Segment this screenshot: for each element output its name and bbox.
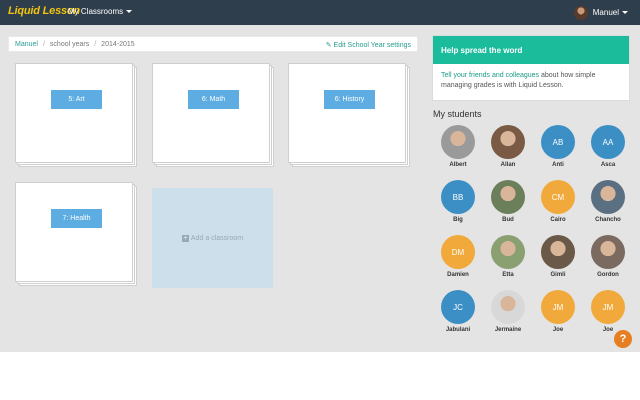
student-name: Cairo [550,217,566,223]
student-name: Big [453,217,463,223]
avatar [491,290,525,324]
avatar: CM [541,180,575,214]
student-item[interactable]: JC Jabulani [433,290,483,338]
classroom-card[interactable]: 7: Health [15,182,133,282]
student-item[interactable]: Gordon [583,235,633,283]
classroom-card-art: 5: Art [15,63,137,167]
breadcrumb-separator: / [42,40,45,48]
classroom-card[interactable]: 6: History [288,63,406,163]
student-name: Chancho [595,217,621,223]
avatar: JC [441,290,475,324]
breadcrumb-school-years[interactable]: school years [50,41,89,48]
avatar [491,180,525,214]
student-name: Gordon [597,272,619,278]
classroom-button[interactable]: 6: History [324,90,375,109]
breadcrumb-separator: / [94,40,97,48]
student-item[interactable]: CM Cairo [533,180,583,228]
avatar: DM [441,235,475,269]
student-item[interactable]: Albert [433,125,483,173]
avatar [491,125,525,159]
avatar [541,235,575,269]
help-button[interactable]: ? [614,330,632,348]
student-name: Asca [600,162,616,168]
spread-panel-title: Help spread the word [433,36,629,64]
student-item[interactable]: Bud [483,180,533,228]
student-name: Etta [502,272,514,278]
user-name: Manuel [592,8,619,17]
classroom-card[interactable]: 6: Math [152,63,270,163]
classroom-card-history: 6: History [288,63,410,167]
tell-friends-link[interactable]: Tell your friends and colleagues [441,72,539,79]
classroom-card-health: 7: Health [15,182,137,286]
avatar: BB [441,180,475,214]
student-item[interactable]: DM Damien [433,235,483,283]
plus-icon: + [181,234,189,242]
avatar [591,235,625,269]
edit-school-year-label: Edit School Year settings [333,42,411,49]
chevron-down-icon [622,11,628,14]
student-item[interactable]: Chancho [583,180,633,228]
avatar [441,125,475,159]
student-name: Joe [552,327,564,333]
classroom-button[interactable]: 6: Math [188,90,239,109]
student-name: Albert [449,162,467,168]
student-name: Anti [552,162,564,168]
add-classroom-button[interactable]: + Add a classroom [152,188,273,288]
user-menu[interactable]: Manuel [573,4,628,21]
student-item[interactable]: JM Joe [533,290,583,338]
top-navbar: Liquid Lesson My Classrooms Manuel [0,0,640,25]
student-name: Damien [447,272,469,278]
edit-icon: ✎ [325,42,334,49]
student-item[interactable]: Jermaine [483,290,533,338]
chevron-down-icon [126,10,133,14]
my-classrooms-label: My Classrooms [68,7,124,16]
classroom-card-math: 6: Math [152,63,274,167]
student-item[interactable]: AA Asca [583,125,633,173]
spread-the-word-panel: Help spread the word Tell your friends a… [432,35,630,101]
avatar [573,5,588,20]
classroom-card[interactable]: 5: Art [15,63,133,163]
student-name: Jabulani [445,327,471,333]
avatar: JM [591,290,625,324]
student-name: Gimli [550,272,566,278]
classroom-button[interactable]: 7: Health [51,209,102,228]
avatar: JM [541,290,575,324]
edit-school-year-link[interactable]: ✎ Edit School Year settings [326,41,411,49]
add-classroom-label: Add a classroom [190,234,244,242]
avatar [491,235,525,269]
student-item[interactable]: Allan [483,125,533,173]
student-item[interactable]: Etta [483,235,533,283]
student-name: Bud [502,217,514,223]
spread-panel-body: Tell your friends and colleagues about h… [433,64,629,91]
breadcrumb: Manuel / school years / 2014-2015 ✎ Edit… [8,36,418,52]
student-name: Jermaine [494,327,522,333]
avatar: AA [591,125,625,159]
breadcrumb-year: 2014-2015 [101,40,135,48]
student-item[interactable]: BB Big [433,180,483,228]
my-classrooms-menu[interactable]: My Classrooms [68,7,133,16]
students-heading: My students [433,109,482,119]
student-name: Allan [500,162,516,168]
student-item[interactable]: Gimli [533,235,583,283]
student-item[interactable]: AB Anti [533,125,583,173]
breadcrumb-user[interactable]: Manuel [15,41,38,48]
avatar [591,180,625,214]
app-viewport: Liquid Lesson My Classrooms Manuel Manue… [0,0,640,352]
classroom-button[interactable]: 5: Art [51,90,102,109]
avatar: AB [541,125,575,159]
